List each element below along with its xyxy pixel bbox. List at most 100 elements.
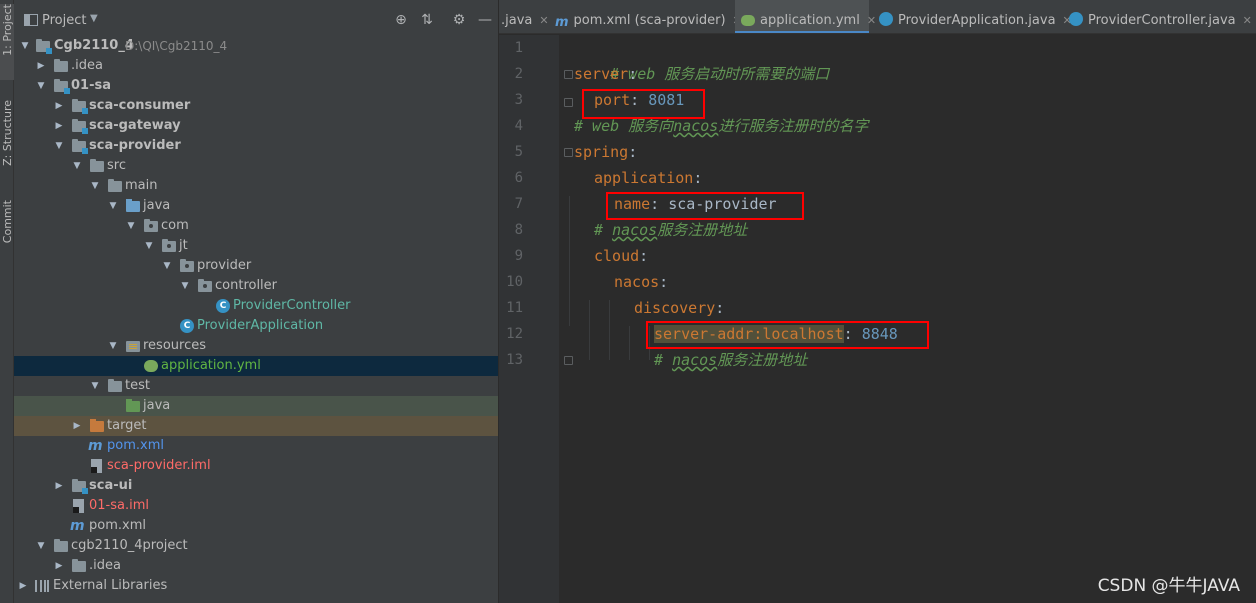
tab-java-partial[interactable]: .java ✕ <box>499 0 551 33</box>
line-number-gutter: 1 2 3 4 5 6 7 8 9 10 11 12 13 <box>499 35 559 603</box>
tree-item-target[interactable]: ▶ target <box>14 416 498 436</box>
collapsed-arrow-icon[interactable]: ▶ <box>54 96 64 116</box>
expanded-arrow-icon[interactable]: ▼ <box>90 176 100 196</box>
chevron-down-icon[interactable]: ▼ <box>90 13 98 24</box>
tree-item-com[interactable]: ▼ com <box>14 216 498 236</box>
tab-application-yml[interactable]: application.yml ✕ <box>735 0 876 33</box>
yaml-key: spring <box>574 143 629 161</box>
comment-typo: nacos <box>612 221 658 239</box>
tree-item-sca-provider-iml[interactable]: sca-provider.iml <box>14 456 498 476</box>
line-number: 3 <box>514 92 523 108</box>
code-line-9[interactable]: cloud: <box>594 243 648 269</box>
expanded-arrow-icon[interactable]: ▼ <box>54 136 64 156</box>
comment-typo: nacos <box>673 117 719 135</box>
tree-item-external-libraries[interactable]: ▶ External Libraries <box>14 576 498 596</box>
expanded-arrow-icon[interactable]: ▼ <box>36 536 46 556</box>
code-line-10[interactable]: nacos: <box>614 269 668 295</box>
maven-icon: m <box>70 518 85 534</box>
package-icon <box>180 259 194 272</box>
tree-item-application-yml[interactable]: application.yml <box>14 356 498 376</box>
tab-providerapplication-java[interactable]: ProviderApplication.java ✕ <box>879 0 1072 33</box>
indent-guide <box>629 326 630 360</box>
yaml-key: cloud <box>594 247 640 265</box>
tree-item-java[interactable]: ▼ java <box>14 196 498 216</box>
code-line-6[interactable]: application: <box>594 165 702 191</box>
tree-item-pom-xml[interactable]: m pom.xml <box>14 436 498 456</box>
tree-item-providerapplication[interactable]: C ProviderApplication <box>14 316 498 336</box>
close-icon[interactable]: ✕ <box>1243 14 1252 27</box>
tree-item-01-sa[interactable]: ▼ 01-sa <box>14 76 498 96</box>
expanded-arrow-icon[interactable]: ▼ <box>126 216 136 236</box>
maven-icon: m <box>555 15 569 30</box>
tree-item-root-pom-xml[interactable]: m pom.xml <box>14 516 498 536</box>
tree-item-main[interactable]: ▼ main <box>14 176 498 196</box>
expanded-arrow-icon[interactable]: ▼ <box>20 36 30 56</box>
close-icon[interactable]: ✕ <box>539 14 548 27</box>
project-path-hint: D:\QI\Cgb2110_4 <box>125 39 228 53</box>
tree-item-idea[interactable]: ▶ .idea <box>14 56 498 76</box>
module-folder-icon <box>72 479 88 494</box>
tree-item-providercontroller[interactable]: C ProviderController <box>14 296 498 316</box>
tree-item-label: cgb2110_4project <box>71 538 188 553</box>
tree-item-resources[interactable]: ▼ resources <box>14 336 498 356</box>
collapsed-arrow-icon[interactable]: ▶ <box>54 476 64 496</box>
tree-item-sca-gateway[interactable]: ▶ sca-gateway <box>14 116 498 136</box>
tree-item-label: sca-ui <box>89 478 133 493</box>
collapsed-arrow-icon[interactable]: ▶ <box>54 556 64 576</box>
tree-item-label: test <box>125 378 150 393</box>
expanded-arrow-icon[interactable]: ▼ <box>108 196 118 216</box>
tool-tab-project[interactable]: 1: Project <box>0 4 14 80</box>
tree-item-controller[interactable]: ▼ controller <box>14 276 498 296</box>
expanded-arrow-icon[interactable]: ▼ <box>36 76 46 96</box>
collapsed-arrow-icon[interactable]: ▶ <box>72 416 82 436</box>
expanded-arrow-icon[interactable]: ▼ <box>180 276 190 296</box>
tree-item-jt[interactable]: ▼ jt <box>14 236 498 256</box>
code-line-2[interactable]: server: <box>574 61 637 87</box>
tool-tab-structure[interactable]: Z: Structure <box>0 100 14 166</box>
fold-marker-icon[interactable] <box>564 356 573 365</box>
expanded-arrow-icon[interactable]: ▼ <box>144 236 154 256</box>
expanded-arrow-icon[interactable]: ▼ <box>90 376 100 396</box>
gear-icon[interactable]: ⚙ <box>450 11 468 29</box>
collapsed-arrow-icon[interactable]: ▶ <box>54 116 64 136</box>
collapsed-arrow-icon[interactable]: ▶ <box>36 56 46 76</box>
tab-pom-xml[interactable]: mpom.xml (sca-provider)✕ <box>555 0 742 33</box>
code-line-5[interactable]: spring: <box>574 139 637 165</box>
expanded-arrow-icon[interactable]: ▼ <box>162 256 172 276</box>
expanded-arrow-icon[interactable]: ▼ <box>72 156 82 176</box>
tab-providercontroller-java[interactable]: ProviderController.java ✕ <box>1069 0 1256 33</box>
tree-item-cgb2110_4[interactable]: ▼ Cgb2110_4 D:\QI\Cgb2110_4 <box>14 36 498 56</box>
tree-item-test-java[interactable]: java <box>14 396 498 416</box>
tree-item-sca-consumer[interactable]: ▶ sca-consumer <box>14 96 498 116</box>
tree-item-label: ProviderController <box>233 298 351 313</box>
tree-item-sca-provider[interactable]: ▼ sca-provider <box>14 136 498 156</box>
tree-item-provider[interactable]: ▼ provider <box>14 256 498 276</box>
fold-marker-icon[interactable] <box>564 98 573 107</box>
fold-marker-icon[interactable] <box>564 148 573 157</box>
tree-item-idea-2[interactable]: ▶ .idea <box>14 556 498 576</box>
tree-item-01-sa-iml[interactable]: 01-sa.iml <box>14 496 498 516</box>
locate-file-icon[interactable]: ⊕ <box>392 11 410 29</box>
expanded-arrow-icon[interactable]: ▼ <box>108 336 118 356</box>
collapse-all-icon[interactable]: ⇅ <box>418 11 436 29</box>
tool-tab-commit[interactable]: Commit <box>0 200 14 243</box>
hide-panel-icon[interactable]: — <box>476 11 494 29</box>
maven-icon: m <box>88 438 103 454</box>
tree-item-test[interactable]: ▼ test <box>14 376 498 396</box>
code-line-13[interactable]: # nacos服务注册地址 <box>654 347 807 373</box>
tree-item-cgb2110_4project[interactable]: ▼ cgb2110_4project <box>14 536 498 556</box>
tree-item-sca-ui[interactable]: ▶ sca-ui <box>14 476 498 496</box>
indent-guide <box>589 300 590 360</box>
line-number: 11 <box>506 300 523 316</box>
yaml-punct: : <box>628 143 638 161</box>
tree-item-src[interactable]: ▼ src <box>14 156 498 176</box>
fold-marker-icon[interactable] <box>564 70 573 79</box>
close-icon[interactable]: ✕ <box>867 14 876 27</box>
project-view-selector[interactable]: Project <box>42 13 86 28</box>
code-line-1[interactable]: # web 服务启动时所需要的端口 <box>574 35 829 83</box>
module-folder-icon <box>54 79 70 94</box>
collapsed-arrow-icon[interactable]: ▶ <box>18 576 28 596</box>
annotation-box-port <box>582 89 705 119</box>
code-line-11[interactable]: discovery: <box>634 295 724 321</box>
code-line-8[interactable]: # nacos服务注册地址 <box>594 217 747 243</box>
